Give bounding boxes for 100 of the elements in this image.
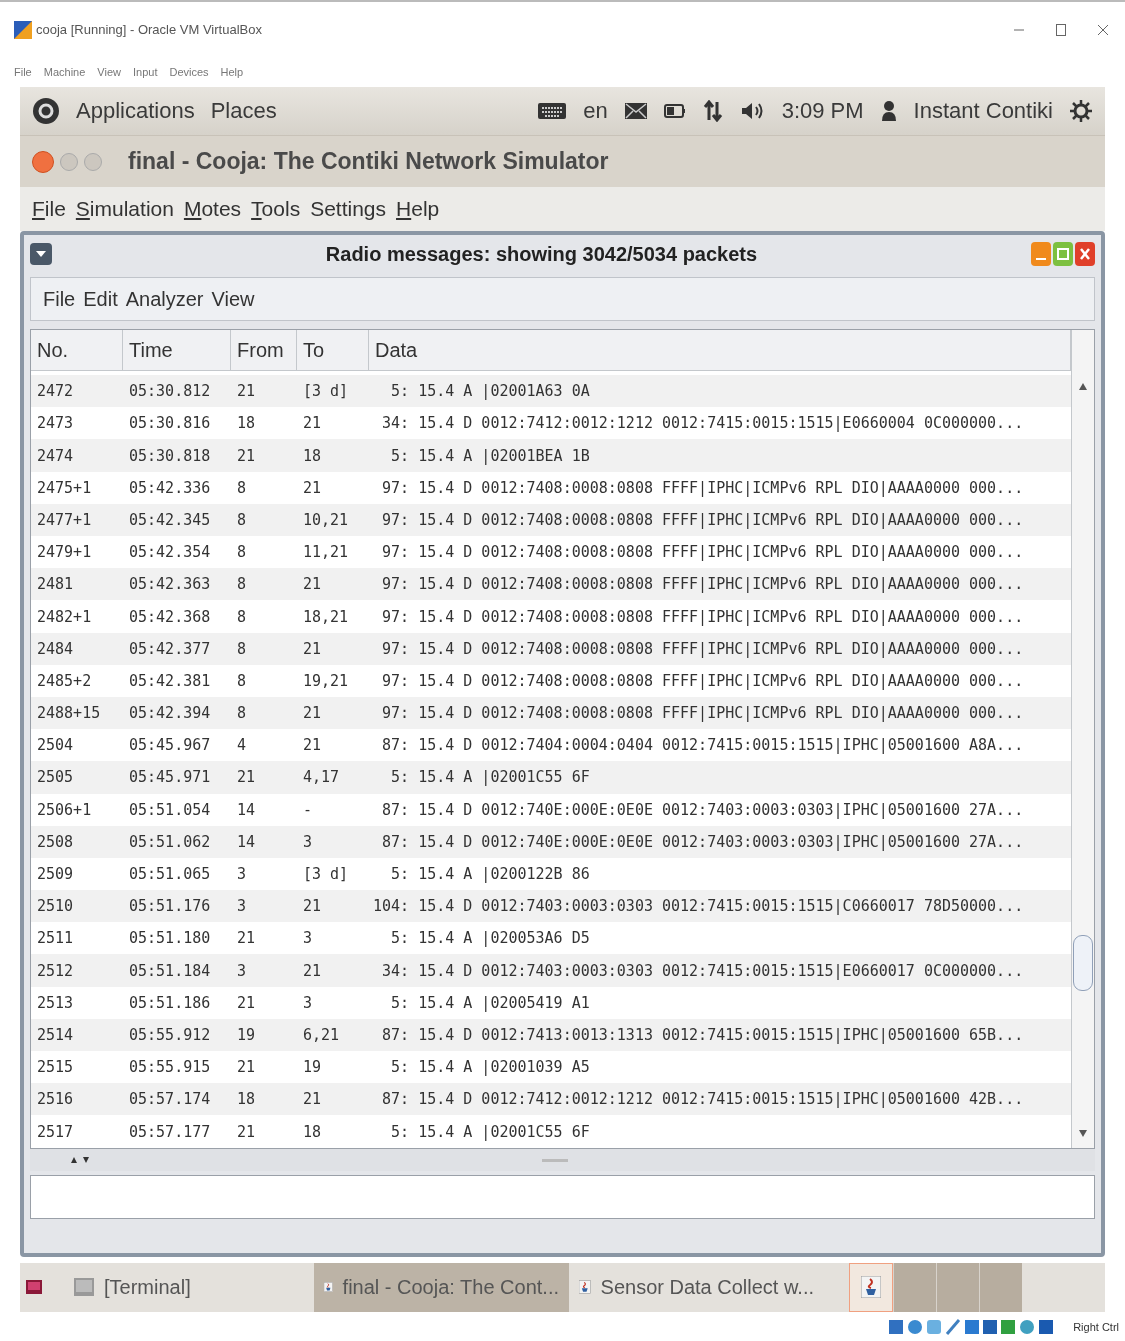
table-cell-text: 21 <box>302 478 323 497</box>
menu-item[interactable]: Settings <box>310 197 387 222</box>
menu-item[interactable]: Help <box>396 197 440 222</box>
menu-item[interactable]: Devices <box>169 66 209 79</box>
table-cell-text: 97: 15.4 D 0012:7408:0008:0808 FFFF|IPHC|ICMPv6 RPL DIO|AAAA0000 000... <box>381 607 1025 626</box>
column-header[interactable]: Time <box>123 330 231 371</box>
table-cell-text: 2479+1 <box>36 543 93 562</box>
table-cell-text: 05:30.816 <box>128 414 212 433</box>
panel-menu[interactable]: Applications <box>76 98 195 125</box>
menu-item[interactable]: Machine <box>43 66 86 79</box>
table-cell-text: 2505 <box>36 768 75 787</box>
menu-item[interactable]: Edit <box>83 287 118 311</box>
panel-menu[interactable]: Places <box>210 98 277 125</box>
frame-menu-icon[interactable] <box>30 243 52 266</box>
menu-item[interactable]: File <box>32 197 66 222</box>
workspace-cell[interactable] <box>893 1262 936 1313</box>
table-cell-text: 21 <box>236 446 257 465</box>
taskbar-item[interactable]: [Terminal] <box>64 1262 314 1313</box>
menu-item[interactable]: Tools <box>251 197 301 222</box>
table-cell-text: 8 <box>236 607 248 626</box>
menu-item[interactable]: Help <box>220 66 244 79</box>
table-cell-text: 21 <box>236 1058 257 1077</box>
table-cell-text: 87: 15.4 D 0012:7413:0013:1313 0012:7415:0015:1515|IPHC|05001600 65B... <box>381 1025 1025 1044</box>
table-cell-text: 3 <box>302 929 314 948</box>
table-cell-text: 21 <box>302 961 323 980</box>
table-cell-text: 2516 <box>36 1090 75 1109</box>
table-cell-text: 10,21 <box>302 510 350 529</box>
mail-icon[interactable] <box>623 102 648 121</box>
table-cell-text: 2511 <box>36 929 75 948</box>
table-cell-text: 2473 <box>36 414 75 433</box>
table-cell-text: 2509 <box>36 865 75 883</box>
table-cell-text: 05:55.915 <box>128 1058 212 1077</box>
table-cell-text: 05:45.967 <box>128 736 212 755</box>
menu-item[interactable]: View <box>97 66 121 79</box>
battery-icon[interactable] <box>663 104 686 119</box>
user-name[interactable]: Instant Contiki <box>913 98 1053 125</box>
table-cell-text: [3 d] <box>302 382 350 401</box>
keyboard-icon[interactable] <box>537 102 568 121</box>
column-header[interactable]: No. <box>31 330 123 371</box>
table-cell-text: 5: 15.4 A |02001A63 0A <box>390 382 591 401</box>
show-desktop-icon[interactable] <box>26 1280 42 1295</box>
table-cell-text: 5: 15.4 A |02001C55 6F <box>390 768 591 787</box>
table-cell-text: 21 <box>302 414 323 433</box>
table-cell-text: 2477+1 <box>36 510 93 529</box>
menu-item[interactable]: Motes <box>183 197 242 222</box>
table-cell-text: 05:51.065 <box>128 865 212 883</box>
table-cell-text: 2508 <box>36 832 75 851</box>
table-cell-text: 05:51.180 <box>128 929 212 948</box>
split-grip[interactable] <box>542 1158 568 1162</box>
vertical-scrollbar[interactable] <box>1071 330 1094 1149</box>
menu-item[interactable]: Analyzer <box>125 287 204 311</box>
table-cell-text: 5: 15.4 A |02001BEA 1B <box>390 446 591 465</box>
table-cell-text: 05:42.377 <box>128 639 212 658</box>
table-cell-text: 05:51.062 <box>128 832 212 851</box>
settings-icon[interactable] <box>1069 99 1093 124</box>
host-key-label: Right Ctrl <box>1073 1320 1119 1333</box>
table-cell-text: [3 d] <box>302 865 350 883</box>
table-cell-text: 05:42.394 <box>128 704 212 723</box>
table-cell-text: 05:42.368 <box>128 607 212 626</box>
close-icon[interactable] <box>1075 242 1095 267</box>
table-cell-text: 05:42.345 <box>128 510 212 529</box>
distro-logo-icon[interactable] <box>32 97 60 126</box>
app-icon <box>14 20 32 39</box>
close-button[interactable] <box>32 150 54 173</box>
table-cell-text: 5: 15.4 A |020053A6 D5 <box>390 929 591 948</box>
table-cell-text: 05:51.176 <box>128 897 212 916</box>
network-arrows-icon[interactable] <box>701 100 724 123</box>
clock[interactable]: 3:09 PM <box>781 98 864 125</box>
taskbar-item[interactable]: Sensor Data Collect w... <box>569 1262 824 1313</box>
taskbar-item[interactable]: final - Cooja: The Cont... <box>314 1262 569 1313</box>
input-field[interactable] <box>30 1175 1095 1220</box>
expand-arrows-icon[interactable] <box>70 1155 92 1166</box>
maximize-icon[interactable] <box>1053 21 1069 38</box>
table-cell-text: 2504 <box>36 736 75 755</box>
user-icon[interactable] <box>879 100 898 123</box>
table-cell-text: 05:51.186 <box>128 993 212 1012</box>
scrollbar-thumb[interactable] <box>1073 934 1093 991</box>
menu-item[interactable]: Input <box>132 66 158 79</box>
column-header[interactable]: From <box>231 330 297 371</box>
cup-icon[interactable] <box>861 1276 881 1299</box>
table-cell-text: 21 <box>236 768 257 787</box>
menu-item[interactable]: File <box>43 287 76 311</box>
table-cell-text: 3 <box>302 832 314 851</box>
column-header[interactable]: To <box>297 330 369 371</box>
menu-item[interactable]: Simulation <box>75 197 174 222</box>
table-cell-text: 2510 <box>36 897 75 916</box>
table-cell-text: 5: 15.4 A |0200122B 86 <box>390 865 591 883</box>
menu-item[interactable]: File <box>14 66 32 79</box>
workspace-cell[interactable] <box>936 1262 979 1313</box>
language-indicator[interactable]: en <box>583 98 608 125</box>
workspace-cell[interactable] <box>979 1262 1022 1313</box>
table-cell-text: 97: 15.4 D 0012:7408:0008:0808 FFFF|IPHC|ICMPv6 RPL DIO|AAAA0000 000... <box>381 639 1025 658</box>
table-cell-text: 14 <box>236 832 257 851</box>
menu-item[interactable]: View <box>211 287 255 311</box>
table-cell-text: 5: 15.4 A |02005419 A1 <box>390 993 591 1012</box>
table-cell-text: 8 <box>236 575 248 594</box>
table-cell-text: 34: 15.4 D 0012:7403:0003:0303 0012:7415:0015:1515|E0660017 0C000000... <box>381 961 1025 980</box>
table-cell-text: 21 <box>236 993 257 1012</box>
table-cell-text: 97: 15.4 D 0012:7408:0008:0808 FFFF|IPHC|ICMPv6 RPL DIO|AAAA0000 000... <box>381 478 1025 497</box>
table-cell-text: 6,21 <box>302 1025 341 1044</box>
